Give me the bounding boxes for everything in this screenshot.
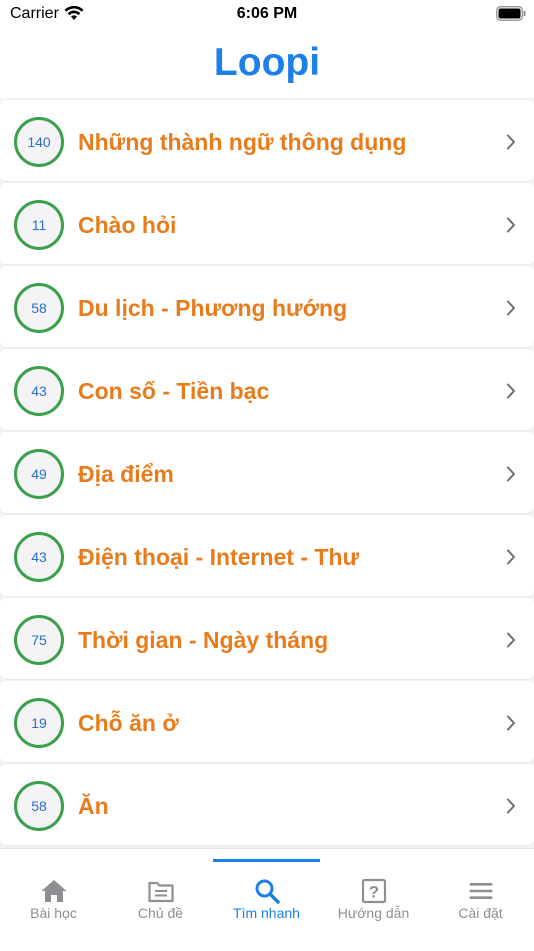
chevron-right-icon <box>507 217 515 233</box>
home-icon <box>41 880 67 902</box>
topic-list[interactable]: 140 Những thành ngữ thông dụng 11 Chào h… <box>0 100 534 848</box>
topic-label: Chào hỏi <box>78 212 177 238</box>
topic-row[interactable]: 19 Chỗ ăn ở <box>0 681 534 762</box>
topic-row[interactable]: 43 Con số - Tiền bạc <box>0 349 534 430</box>
menu-icon <box>469 883 493 899</box>
tab-label: Cài đặt <box>458 905 503 921</box>
tab-label: Chủ đề <box>137 905 184 921</box>
tab-cai-dat[interactable]: Cài đặt <box>427 873 534 933</box>
chevron-right-icon <box>507 300 515 316</box>
tab-chu-de[interactable]: Chủ đề <box>107 873 214 933</box>
chevron-right-icon <box>507 383 515 399</box>
topic-label: Những thành ngữ thông dụng <box>78 129 407 155</box>
count-badge: 43 <box>14 366 64 416</box>
topic-row[interactable]: 49 Địa điểm <box>0 432 534 513</box>
topic-row[interactable]: 58 Du lịch - Phương hướng <box>0 266 534 347</box>
topic-label: Ăn <box>78 793 109 819</box>
tab-label: Hướng dẫn <box>337 905 410 921</box>
tab-label: Bài học <box>30 905 77 921</box>
tab-label: Tìm nhanh <box>233 905 300 921</box>
chevron-right-icon <box>507 632 515 648</box>
topic-label: Con số - Tiền bạc <box>78 378 270 404</box>
count-badge: 19 <box>14 698 64 748</box>
status-bar: Carrier 6:06 PM <box>0 0 534 30</box>
battery-icon <box>496 6 526 21</box>
folder-icon <box>148 881 174 903</box>
svg-text:?: ? <box>369 883 379 902</box>
topic-row[interactable]: 11 Chào hỏi <box>0 183 534 264</box>
tab-bar: Bài học Chủ đề Tìm nhanh ? Hướng dẫn Cài… <box>0 848 534 951</box>
count-badge: 49 <box>14 449 64 499</box>
topic-label: Điện thoại - Internet - Thư <box>78 544 360 570</box>
page-title: Loopi <box>213 41 321 84</box>
active-tab-indicator <box>213 859 320 862</box>
count-badge: 43 <box>14 532 64 582</box>
tab-huong-dan[interactable]: ? Hướng dẫn <box>320 873 427 933</box>
chevron-right-icon <box>507 134 515 150</box>
topic-row[interactable]: 140 Những thành ngữ thông dụng <box>0 100 534 181</box>
chevron-right-icon <box>507 715 515 731</box>
topic-label: Du lịch - Phương hướng <box>78 295 348 321</box>
search-icon <box>255 879 280 904</box>
nav-header: Loopi <box>0 30 534 98</box>
topic-row[interactable]: 43 Điện thoại - Internet - Thư <box>0 515 534 596</box>
chevron-right-icon <box>507 466 515 482</box>
chevron-right-icon <box>507 549 515 565</box>
status-time: 6:06 PM <box>236 5 298 22</box>
count-badge: 58 <box>14 781 64 831</box>
count-badge: 11 <box>14 200 64 250</box>
help-icon: ? <box>361 878 387 904</box>
count-badge: 75 <box>14 615 64 665</box>
topic-label: Địa điểm <box>78 461 174 487</box>
topic-row[interactable]: 58 Ăn <box>0 764 534 845</box>
topic-label: Chỗ ăn ở <box>78 710 179 736</box>
count-badge: 140 <box>14 117 64 167</box>
tab-bai-hoc[interactable]: Bài học <box>0 873 107 933</box>
count-badge: 58 <box>14 283 64 333</box>
chevron-right-icon <box>507 798 515 814</box>
tab-tim-nhanh[interactable]: Tìm nhanh <box>213 873 320 933</box>
topic-label: Thời gian - Ngày tháng <box>78 627 329 653</box>
topic-row[interactable]: 75 Thời gian - Ngày tháng <box>0 598 534 679</box>
